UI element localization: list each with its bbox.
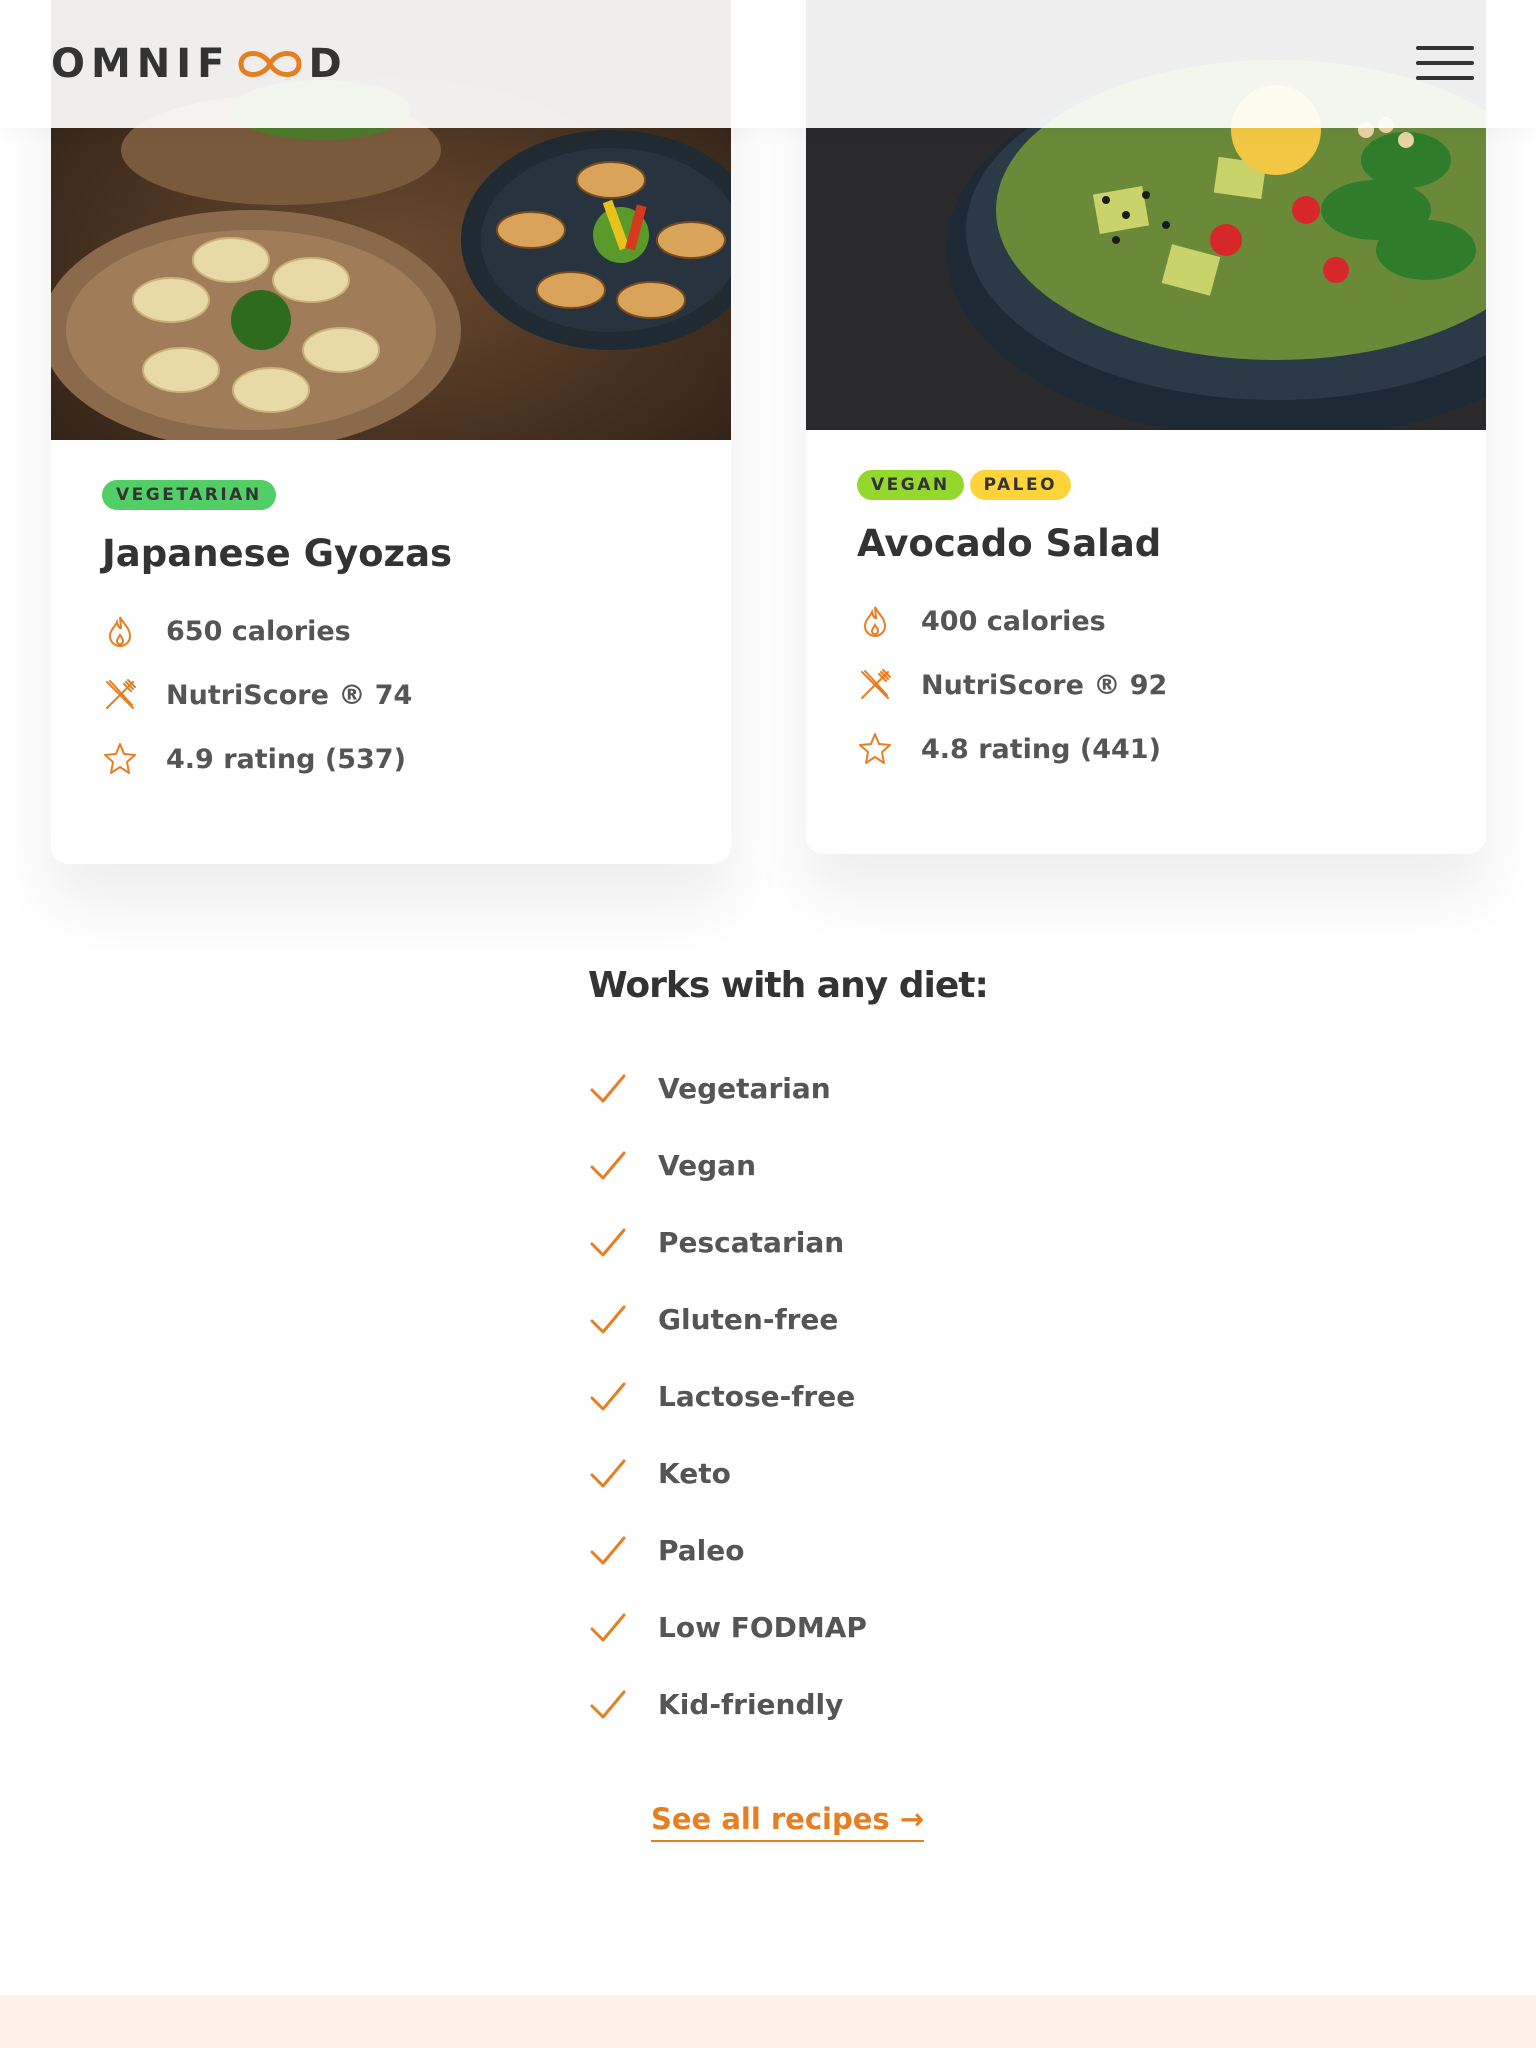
fork-knife-icon <box>102 677 138 713</box>
diet-item: Lactose-free <box>588 1358 988 1435</box>
meal-card-avocado-salad: Vegan Paleo Avocado Salad 400 calories N… <box>806 0 1486 854</box>
fork-knife-icon <box>857 667 893 703</box>
meal-nutriscore: NutriScore ® 74 <box>102 677 680 713</box>
flame-icon <box>102 613 138 649</box>
checkmark-icon <box>588 1377 628 1417</box>
meal-attributes: 650 calories NutriScore ® 74 4.9 rating … <box>102 613 680 777</box>
diet-item: Paleo <box>588 1512 988 1589</box>
infinity-logo-icon <box>235 46 305 82</box>
checkmark-icon <box>588 1146 628 1186</box>
checkmark-icon <box>588 1608 628 1648</box>
diet-label: Vegetarian <box>658 1072 831 1105</box>
menu-button[interactable] <box>1416 44 1476 84</box>
rating-label: 4.8 rating (441) <box>921 733 1161 765</box>
nutriscore-label: NutriScore ® 74 <box>166 679 413 711</box>
logo-text-prefix: OMNIF <box>51 41 231 87</box>
diet-label: Vegan <box>658 1149 756 1182</box>
hamburger-line <box>1416 76 1474 80</box>
checkmark-icon <box>588 1069 628 1109</box>
checkmark-icon <box>588 1223 628 1263</box>
see-all-recipes-link[interactable]: See all recipes → <box>651 1802 925 1842</box>
star-icon <box>857 731 893 767</box>
meal-nutriscore: NutriScore ® 92 <box>857 667 1435 703</box>
logo-text-suffix: D <box>308 41 348 87</box>
meal-rating: 4.9 rating (537) <box>102 741 680 777</box>
meal-card-body: Vegan Paleo Avocado Salad 400 calories N… <box>806 430 1486 835</box>
nutriscore-label: NutriScore ® 92 <box>921 669 1168 701</box>
diet-item: Vegan <box>588 1127 988 1204</box>
checkmark-icon <box>588 1300 628 1340</box>
meal-card-gyozas: Vegetarian Japanese Gyozas 650 calories … <box>51 0 731 864</box>
calories-label: 650 calories <box>166 615 351 647</box>
diet-label: Pescatarian <box>658 1226 845 1259</box>
hamburger-line <box>1416 61 1474 65</box>
hamburger-line <box>1416 46 1474 50</box>
rating-label: 4.9 rating (537) <box>166 743 406 775</box>
meal-calories: 650 calories <box>102 613 680 649</box>
diet-item: Pescatarian <box>588 1204 988 1281</box>
tag-vegetarian: Vegetarian <box>102 480 276 510</box>
checkmark-icon <box>588 1454 628 1494</box>
diet-label: Keto <box>658 1457 731 1490</box>
star-icon <box>102 741 138 777</box>
meal-title: Japanese Gyozas <box>102 532 453 575</box>
meal-rating: 4.8 rating (441) <box>857 731 1435 767</box>
tag-paleo: Paleo <box>969 470 1072 500</box>
omnifood-logo[interactable]: OMNIF D <box>51 41 348 87</box>
checkmark-icon <box>588 1531 628 1571</box>
diet-label: Paleo <box>658 1534 745 1567</box>
meal-calories: 400 calories <box>857 603 1435 639</box>
tag-vegan: Vegan <box>857 470 964 500</box>
meal-attributes: 400 calories NutriScore ® 92 4.8 rating … <box>857 603 1435 767</box>
meal-title: Avocado Salad <box>857 522 1162 565</box>
meal-tags: Vegan Paleo <box>857 470 1435 500</box>
diet-item: Kid-friendly <box>588 1666 988 1743</box>
diets-section: Works with any diet: Vegetarian Vegan Pe… <box>588 965 989 1743</box>
diet-list: Vegetarian Vegan Pescatarian Gluten-free… <box>588 1050 988 1743</box>
site-header: OMNIF D <box>0 0 1536 128</box>
diet-label: Low FODMAP <box>658 1611 867 1644</box>
diet-item: Keto <box>588 1435 988 1512</box>
diet-item: Gluten-free <box>588 1281 988 1358</box>
meal-tags: Vegetarian <box>102 480 680 510</box>
meal-card-body: Vegetarian Japanese Gyozas 650 calories … <box>51 440 731 845</box>
calories-label: 400 calories <box>921 605 1106 637</box>
diet-label: Kid-friendly <box>658 1688 844 1721</box>
diet-item: Vegetarian <box>588 1050 988 1127</box>
diet-label: Gluten-free <box>658 1303 839 1336</box>
diet-label: Lactose-free <box>658 1380 856 1413</box>
flame-icon <box>857 603 893 639</box>
diet-item: Low FODMAP <box>588 1589 988 1666</box>
checkmark-icon <box>588 1685 628 1725</box>
diets-title: Works with any diet: <box>588 965 989 1006</box>
next-section-band <box>0 1995 1536 2048</box>
